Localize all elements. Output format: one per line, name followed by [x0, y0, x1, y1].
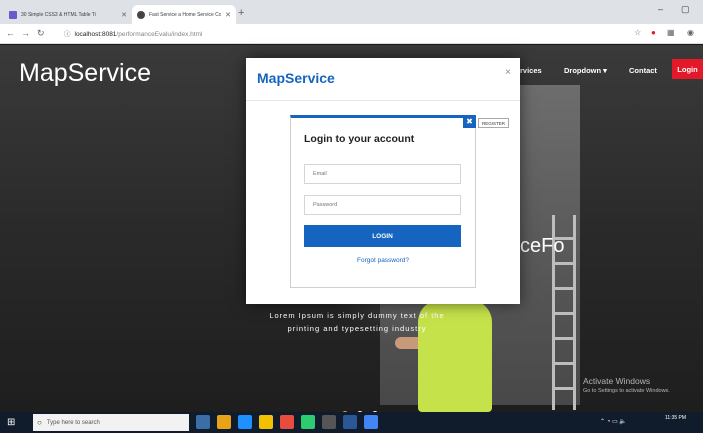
tab-favicon-icon [9, 10, 17, 19]
password-field[interactable] [304, 195, 461, 215]
browser-tab-table[interactable]: 30 Simple CSS3 & HTML Table Ti ✕ [4, 5, 132, 24]
bookmark-star-icon[interactable]: ☆ [634, 28, 641, 37]
tab-favicon-icon [137, 10, 145, 19]
hero-subtitle: Lorem Ipsum is simply dummy text of the … [269, 311, 445, 333]
tab-close-icon[interactable]: ✕ [225, 11, 231, 19]
close-icon[interactable]: × [505, 67, 511, 78]
taskbar-app-icon[interactable] [238, 415, 252, 429]
login-card: ✖ Login to your account LOGIN Forgot pas… [290, 115, 476, 288]
new-tab-icon[interactable]: + [238, 7, 244, 19]
windows-start-icon[interactable]: ⊞ [7, 417, 15, 428]
activation-subtitle: Go to Settings to activate Windows. [583, 388, 670, 394]
register-tab[interactable]: REGISTER [478, 118, 510, 128]
reload-icon[interactable]: ↻ [37, 28, 45, 39]
login-title: Login to your account [304, 133, 415, 145]
email-field[interactable] [304, 164, 461, 184]
clock-time: 11:35 PM [665, 415, 687, 421]
login-button[interactable]: Login [672, 59, 703, 79]
url-field[interactable]: ⓘ localhost:8081/performanceEvalu/index.h… [64, 28, 202, 38]
taskbar-apps [196, 415, 378, 429]
browser-tab-bar: 30 Simple CSS3 & HTML Table Ti ✕ Fast Se… [0, 0, 703, 24]
modal-divider [246, 100, 520, 101]
minimize-icon[interactable]: – [658, 4, 663, 14]
system-tray-icons[interactable]: ⌃ ◔ ▭ 🔈 [600, 418, 627, 425]
nav-dropdown[interactable]: Dropdown ▾ [564, 66, 607, 75]
taskbar-app-icon[interactable] [364, 415, 378, 429]
tab-title: 30 Simple CSS3 & HTML Table Ti [21, 11, 96, 18]
taskbar-app-icon[interactable] [322, 415, 336, 429]
forgot-password-link[interactable]: Forgot password? [291, 257, 475, 264]
site-brand[interactable]: MapService [19, 59, 151, 88]
taskbar-app-icon[interactable] [196, 415, 210, 429]
extension-icon[interactable]: ● [651, 28, 656, 37]
extension-icon[interactable]: ▦ [667, 28, 675, 37]
taskbar-search[interactable]: ○ Type here to search [33, 414, 189, 431]
cortana-icon: ○ [37, 418, 42, 427]
profile-icon[interactable]: ◉ [687, 28, 694, 37]
taskbar-clock[interactable]: 11:35 PM [665, 415, 686, 422]
maximize-icon[interactable]: ▢ [681, 4, 690, 15]
windows-activation-watermark: Activate Windows Go to Settings to activ… [583, 376, 670, 394]
taskbar-app-icon[interactable] [280, 415, 294, 429]
back-icon[interactable]: ← [6, 28, 15, 38]
nav-services[interactable]: rvices [520, 66, 542, 75]
activation-title: Activate Windows [583, 376, 651, 386]
taskbar-search-placeholder: Type here to search [46, 419, 100, 426]
info-icon: ⓘ [64, 31, 71, 38]
browser-tab-active[interactable]: Fast Service a Home Service Con ✕ [132, 5, 236, 24]
forward-icon[interactable]: → [21, 28, 30, 38]
taskbar-app-icon[interactable] [259, 415, 273, 429]
nav-contact[interactable]: Contact [629, 66, 657, 75]
url-path: /performanceEvalu/index.html [116, 31, 203, 38]
card-close-icon[interactable]: ✖ [463, 115, 476, 128]
address-bar: ← → ↻ ⓘ localhost:8081/performanceEvalu/i… [0, 24, 703, 44]
url-host: localhost:8081 [74, 31, 117, 38]
tab-close-icon[interactable]: ✕ [121, 11, 127, 19]
taskbar-app-icon[interactable] [343, 415, 357, 429]
taskbar-app-icon[interactable] [301, 415, 315, 429]
hero-title: ceFo [520, 235, 565, 257]
tab-title: Fast Service a Home Service Con [149, 11, 222, 18]
modal-title: MapService [257, 70, 335, 86]
windows-taskbar: ⊞ ○ Type here to search ⌃ ◔ ▭ 🔈 11:35 PM [0, 412, 703, 433]
taskbar-app-icon[interactable] [217, 415, 231, 429]
login-modal: MapService × REGISTER ✖ Login to your ac… [246, 58, 520, 304]
submit-login-button[interactable]: LOGIN [304, 225, 461, 247]
